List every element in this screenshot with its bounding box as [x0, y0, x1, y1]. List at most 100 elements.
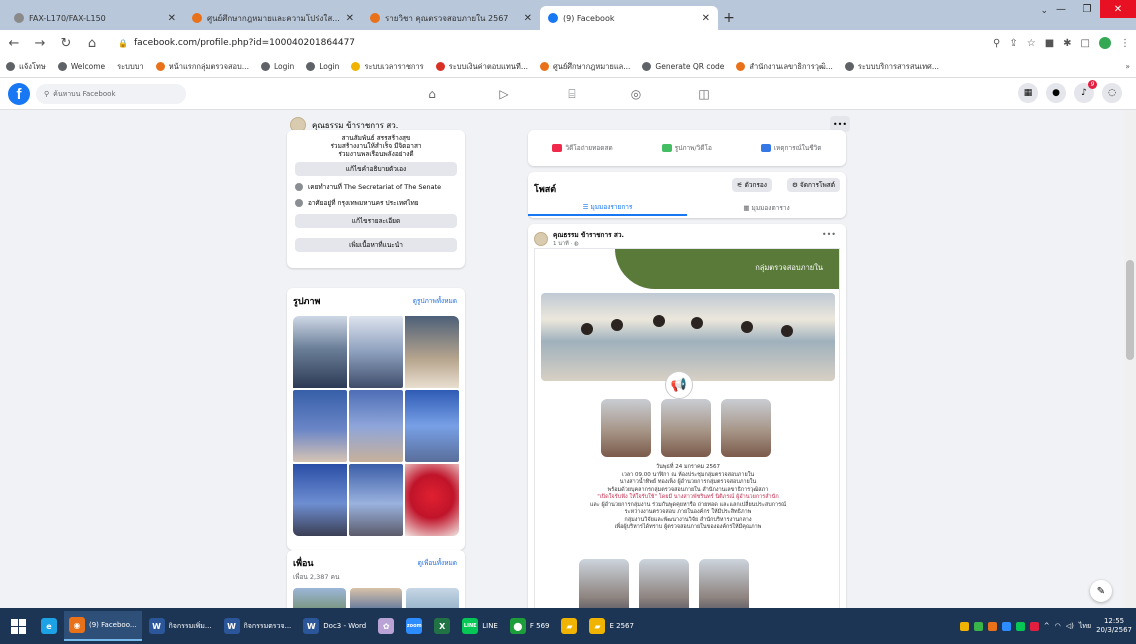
video-nav-icon[interactable]: ▷: [494, 84, 514, 104]
bookmark-item[interactable]: ระบบเวลาราชการ: [351, 61, 424, 73]
photo-video-button[interactable]: รูปภาพ/วิดีโอ: [661, 143, 712, 153]
photo-thumbnail[interactable]: [349, 316, 403, 388]
tab-grid-view[interactable]: ▦ มุมมองตาราง: [687, 200, 846, 216]
live-video-button[interactable]: วิดีโอถ่ายทอดสด: [552, 143, 613, 153]
menu-kebab-icon[interactable]: ⋮: [1120, 38, 1130, 49]
photo-thumbnail[interactable]: [405, 390, 459, 462]
scrollbar-thumb[interactable]: [1126, 260, 1134, 360]
post-image[interactable]: กลุ่มตรวจสอบภายใน 📢 วันพุธที่ 24 มกราคม …: [534, 248, 840, 608]
see-all-photos-link[interactable]: ดูรูปภาพทั้งหมด: [413, 296, 457, 306]
bookmark-item[interactable]: สำนักงานเลขาธิการวุฒิ...: [736, 61, 833, 73]
post-author-name[interactable]: คุณธรรม ข้าราชการ สว.: [553, 230, 624, 240]
taskbar-item-line[interactable]: LINE LINE: [457, 611, 503, 641]
show-hidden-icons[interactable]: ^: [1044, 622, 1050, 630]
forward-icon[interactable]: →: [32, 36, 48, 51]
friend-photo[interactable]: [349, 588, 403, 608]
friend-photo[interactable]: [293, 588, 346, 608]
edit-details-button[interactable]: แก้ไขรายละเอียด: [295, 214, 457, 228]
home-nav-icon[interactable]: ⌂: [422, 84, 442, 104]
photo-thumbnail[interactable]: [293, 390, 347, 462]
life-event-button[interactable]: เหตุการณ์ในชีวิต: [760, 143, 822, 153]
post-author-avatar[interactable]: [534, 232, 548, 246]
bookmark-item[interactable]: ระบบเงินค่าตอบแทนที...: [435, 61, 528, 73]
new-message-button[interactable]: ✎: [1090, 580, 1112, 602]
bookmark-item[interactable]: ระบบบา: [117, 61, 144, 73]
marketplace-nav-icon[interactable]: ⌸: [562, 84, 582, 104]
new-tab-button[interactable]: +: [718, 6, 740, 30]
photo-thumbnail[interactable]: [405, 316, 459, 388]
maximize-icon[interactable]: ❐: [1074, 0, 1100, 18]
taskbar-item-word[interactable]: W Doc3 - Word: [298, 611, 371, 641]
wifi-icon[interactable]: ◠: [1055, 622, 1061, 630]
close-tab-icon[interactable]: ✕: [168, 13, 176, 24]
share-icon[interactable]: ⇪: [1009, 38, 1017, 49]
close-window-icon[interactable]: ✕: [1100, 0, 1136, 18]
tray-app-icon[interactable]: [959, 621, 969, 631]
bookmark-item[interactable]: Login: [306, 62, 339, 71]
taskbar-item-word[interactable]: W กิจกรรมตรวจ...: [219, 611, 297, 641]
browser-tab-active[interactable]: (9) Facebook ✕: [540, 6, 718, 30]
tray-app-icon[interactable]: [973, 621, 983, 631]
profile-avatar[interactable]: [1099, 37, 1111, 49]
url-field[interactable]: 🔒 facebook.com/profile.php?id=1000402018…: [110, 33, 983, 53]
bookmark-item[interactable]: Generate QR code: [642, 62, 724, 71]
photo-thumbnail[interactable]: [349, 464, 403, 536]
taskbar-item-zoom[interactable]: zoom: [401, 611, 427, 641]
photo-thumbnail[interactable]: [349, 390, 403, 462]
more-bookmarks-button[interactable]: »: [1125, 62, 1130, 71]
extension-icon[interactable]: ■: [1045, 38, 1054, 49]
notifications-bell-icon[interactable]: ♪ 9: [1074, 80, 1097, 103]
side-panel-icon[interactable]: □: [1081, 38, 1090, 49]
groups-nav-icon[interactable]: ◎: [626, 84, 646, 104]
close-tab-icon[interactable]: ✕: [524, 13, 532, 24]
input-language[interactable]: ไทย: [1079, 621, 1091, 632]
tray-app-icon[interactable]: [1001, 621, 1011, 631]
taskbar-item-green-app[interactable]: ⬤ F 569: [505, 611, 555, 641]
taskbar-item-chrome[interactable]: ◉ (9) Faceboo...: [64, 611, 142, 641]
zoom-icon[interactable]: ⚲: [993, 38, 1000, 49]
taskbar-item-folder[interactable]: ▰ E 2567: [584, 611, 638, 641]
taskbar-item-app[interactable]: ✿: [373, 611, 399, 641]
close-tab-icon[interactable]: ✕: [346, 13, 354, 24]
add-featured-button[interactable]: เพิ่มเนื้อหาที่แนะนำ: [295, 238, 457, 252]
home-icon[interactable]: ⌂: [84, 36, 100, 51]
tab-list-view[interactable]: ☰ มุมมองรายการ: [528, 200, 687, 216]
browser-tab[interactable]: ศูนย์ศึกษากฎหมายและความโปร่งใส... ✕: [184, 6, 362, 30]
taskbar-item-folder[interactable]: ▰: [556, 611, 582, 641]
tray-app-icon[interactable]: [1029, 621, 1039, 631]
tab-search-icon[interactable]: ⌄: [1040, 6, 1048, 16]
messenger-icon[interactable]: ●: [1046, 83, 1066, 103]
browser-tab[interactable]: รายวิชา คุณตรวจสอบภายใน 2567 ✕: [362, 6, 540, 30]
bookmark-item[interactable]: ศูนย์ศึกษากฎหมายแล...: [540, 61, 630, 73]
gaming-nav-icon[interactable]: ◫: [694, 84, 714, 104]
tray-app-icon[interactable]: [987, 621, 997, 631]
taskbar-ie[interactable]: e: [36, 611, 62, 641]
post-timestamp[interactable]: 1 นาที · ◍: [553, 240, 624, 248]
back-icon[interactable]: ←: [6, 36, 22, 51]
volume-icon[interactable]: ◁): [1066, 622, 1074, 630]
tray-app-icon[interactable]: [1015, 621, 1025, 631]
facebook-logo-icon[interactable]: f: [8, 83, 30, 105]
start-button[interactable]: [0, 608, 36, 644]
reload-icon[interactable]: ↻: [58, 36, 74, 51]
friend-photo[interactable]: [406, 588, 460, 608]
bookmark-item[interactable]: ระบบบริการสารสนเทศ...: [844, 61, 939, 73]
minimize-icon[interactable]: —: [1048, 0, 1074, 18]
taskbar-item-excel[interactable]: X: [429, 611, 455, 641]
manage-posts-button[interactable]: ⚙ จัดการโพสต์: [787, 178, 840, 192]
edit-bio-button[interactable]: แก้ไขคำอธิบายตัวเอง: [295, 162, 457, 176]
bookmark-item[interactable]: Login: [260, 62, 294, 71]
post-options-button[interactable]: •••: [822, 230, 836, 239]
page-scrollbar[interactable]: [1124, 110, 1136, 608]
taskbar-item-word[interactable]: W กิจกรรมเพิ่ม...: [144, 611, 217, 641]
bookmark-item[interactable]: หน้าแรกกลุ่มตรวจสอบ...: [155, 61, 249, 73]
bookmark-item[interactable]: แจ้งโทษ: [6, 61, 46, 73]
filter-button[interactable]: ⚟ ตัวกรอง: [731, 178, 772, 192]
photo-thumbnail[interactable]: [293, 316, 347, 388]
facebook-search-input[interactable]: ⚲ ค้นหาบน Facebook: [36, 84, 186, 104]
browser-tab[interactable]: FAX-L170/FAX-L150 ✕: [6, 6, 184, 30]
account-avatar[interactable]: ◌: [1102, 83, 1122, 103]
extensions-puzzle-icon[interactable]: ✱: [1063, 38, 1071, 49]
photo-thumbnail[interactable]: [293, 464, 347, 536]
see-all-friends-link[interactable]: ดูเพื่อนทั้งหมด: [418, 558, 457, 568]
